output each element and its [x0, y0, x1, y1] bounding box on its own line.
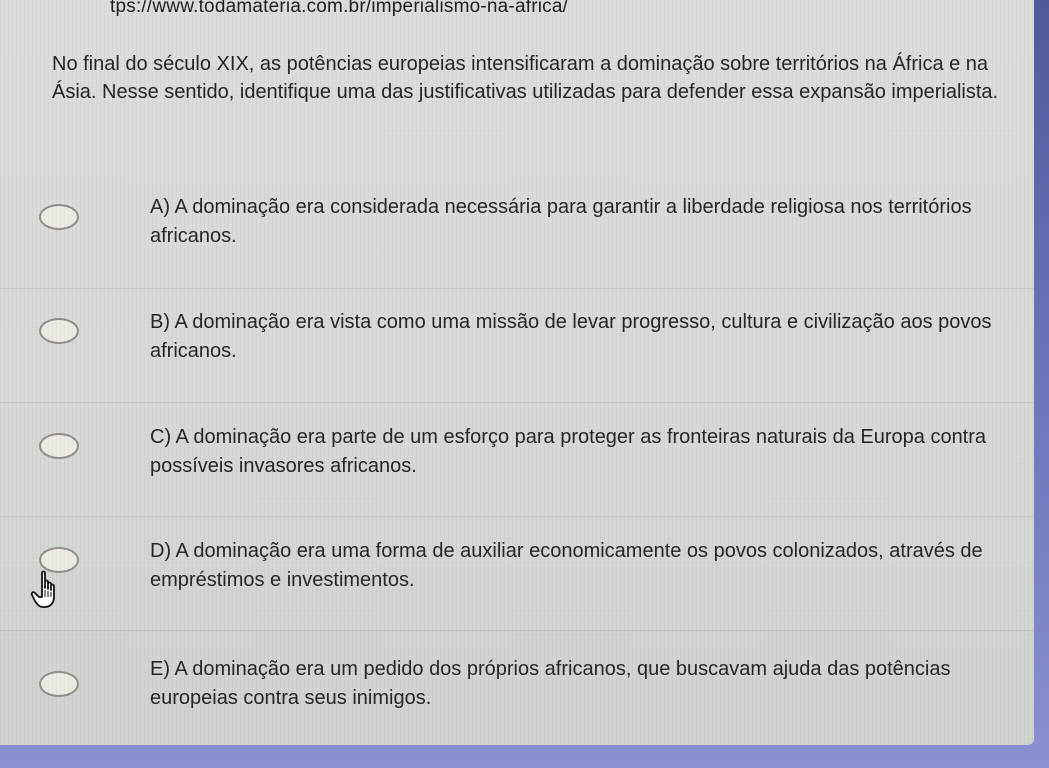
quiz-page: tps://www.todamateria.com.br/imperialism… [0, 0, 1034, 745]
option-a-radio[interactable] [39, 204, 79, 230]
option-c-text[interactable]: C) A dominação era parte de um esforço p… [150, 423, 1020, 481]
option-a-text[interactable]: A) A dominação era considerada necessári… [150, 193, 1020, 251]
page-url[interactable]: tps://www.todamateria.com.br/imperialism… [110, 0, 568, 18]
option-b-text[interactable]: B) A dominação era vista como uma missão… [150, 308, 1020, 366]
option-b[interactable]: B) A dominação era vista como uma missão… [0, 289, 1034, 401]
option-a[interactable]: A) A dominação era considerada necessári… [0, 175, 1034, 287]
option-e[interactable]: E) A dominação era um pedido dos próprio… [0, 631, 1034, 743]
option-e-radio[interactable] [39, 671, 79, 697]
option-d-text[interactable]: D) A dominação era uma forma de auxiliar… [150, 537, 1020, 595]
option-e-text[interactable]: E) A dominação era um pedido dos próprio… [150, 655, 1020, 713]
screen-frame: tps://www.todamateria.com.br/imperialism… [0, 0, 1049, 768]
option-b-radio[interactable] [39, 318, 79, 344]
question-text: No final do século XIX, as potências eur… [52, 53, 999, 103]
option-c-radio[interactable] [39, 433, 79, 459]
hand-pointer-icon [30, 570, 55, 608]
option-c[interactable]: C) A dominação era parte de um esforço p… [0, 403, 1034, 515]
option-d[interactable]: D) A dominação era uma forma de auxiliar… [0, 517, 1034, 629]
